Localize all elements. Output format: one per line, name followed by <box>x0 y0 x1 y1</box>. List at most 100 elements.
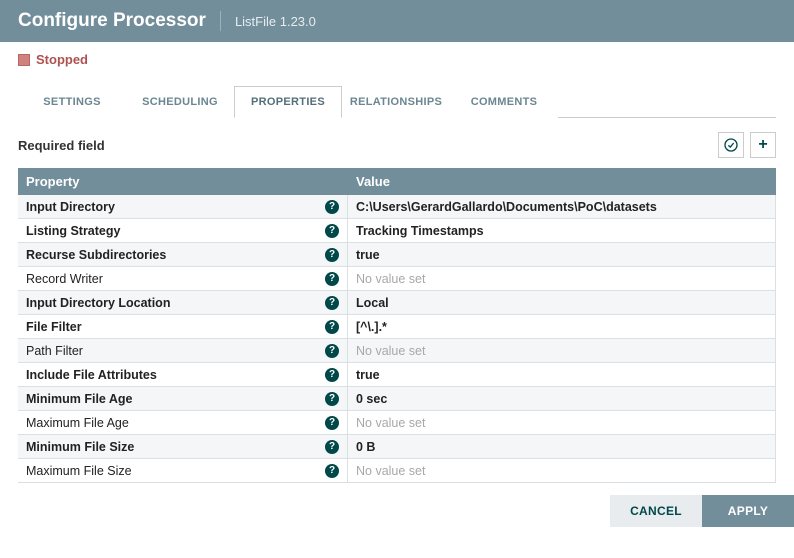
help-icon[interactable]: ? <box>325 200 339 214</box>
property-row[interactable]: File Filter? [^\.].* <box>18 315 776 339</box>
property-row[interactable]: Minimum File Size? 0 B <box>18 435 776 459</box>
plus-icon: + <box>758 136 767 154</box>
add-property-button[interactable]: + <box>750 132 776 158</box>
property-value-cell[interactable]: [^\.].* <box>348 315 776 338</box>
tab-settings[interactable]: SETTINGS <box>18 86 126 118</box>
property-row[interactable]: Minimum File Age? 0 sec <box>18 387 776 411</box>
property-value-unset: No value set <box>356 344 425 358</box>
property-name-label: Listing Strategy <box>26 224 120 238</box>
check-circle-icon <box>723 137 739 153</box>
property-row[interactable]: Recurse Subdirectories? true <box>18 243 776 267</box>
tab-properties[interactable]: PROPERTIES <box>234 86 342 118</box>
property-row[interactable]: Listing Strategy? Tracking Timestamps <box>18 219 776 243</box>
tab-scheduling[interactable]: SCHEDULING <box>126 86 234 118</box>
property-name-cell: Path Filter? <box>18 339 348 362</box>
property-name-label: Include File Attributes <box>26 368 157 382</box>
property-row[interactable]: Input Directory? C:\Users\GerardGallardo\… <box>18 195 776 219</box>
help-icon[interactable]: ? <box>325 368 339 382</box>
tabstrip: SETTINGSSCHEDULINGPROPERTIESRELATIONSHIP… <box>18 85 776 118</box>
property-value-cell[interactable]: true <box>348 243 776 266</box>
configure-processor-dialog: Configure Processor ListFile 1.23.0 Stop… <box>0 0 794 533</box>
help-icon[interactable]: ? <box>325 464 339 478</box>
property-name-cell: Listing Strategy? <box>18 219 348 242</box>
property-value: C:\Users\GerardGallardo\Documents\PoC\da… <box>356 200 657 214</box>
property-name-cell: Include File Attributes? <box>18 363 348 386</box>
property-name-label: Record Writer <box>26 272 103 286</box>
status-bar: Stopped <box>0 42 794 67</box>
property-value: 0 B <box>356 440 375 454</box>
help-icon[interactable]: ? <box>325 416 339 430</box>
tab-container: SETTINGSSCHEDULINGPROPERTIESRELATIONSHIP… <box>0 67 794 118</box>
help-icon[interactable]: ? <box>325 272 339 286</box>
property-name-cell: Record Writer? <box>18 267 348 290</box>
properties-table: Property Value Input Directory? C:\Users\… <box>18 168 776 483</box>
dialog-footer: CANCEL APPLY <box>0 483 794 533</box>
property-name-label: Input Directory <box>26 200 115 214</box>
property-name-cell: Input Directory? <box>18 195 348 218</box>
col-header-property: Property <box>18 168 348 195</box>
property-value-unset: No value set <box>356 416 425 430</box>
property-value: Tracking Timestamps <box>356 224 484 238</box>
property-value: true <box>356 248 380 262</box>
property-value-cell[interactable]: true <box>348 363 776 386</box>
col-header-value: Value <box>348 168 776 195</box>
property-value-cell[interactable]: No value set <box>348 411 776 434</box>
property-value-cell[interactable]: 0 sec <box>348 387 776 410</box>
property-name-label: Minimum File Age <box>26 392 133 406</box>
property-name-cell: File Filter? <box>18 315 348 338</box>
property-name-cell: Maximum File Age? <box>18 411 348 434</box>
help-icon[interactable]: ? <box>325 344 339 358</box>
tab-comments[interactable]: COMMENTS <box>450 86 558 118</box>
dialog-header: Configure Processor ListFile 1.23.0 <box>0 0 794 42</box>
property-name-label: Recurse Subdirectories <box>26 248 166 262</box>
table-header-row: Property Value <box>18 168 776 195</box>
header-actions: + <box>718 132 776 158</box>
processor-type-version: ListFile 1.23.0 <box>235 14 316 29</box>
stopped-icon <box>18 54 30 66</box>
property-row[interactable]: Maximum File Age? No value set <box>18 411 776 435</box>
property-value-cell[interactable]: No value set <box>348 267 776 290</box>
property-name-label: Maximum File Age <box>26 416 129 430</box>
property-name-cell: Minimum File Age? <box>18 387 348 410</box>
property-value: [^\.].* <box>356 320 387 334</box>
property-value-cell[interactable]: No value set <box>348 459 776 482</box>
help-icon[interactable]: ? <box>325 248 339 262</box>
property-row[interactable]: Record Writer? No value set <box>18 267 776 291</box>
property-value: 0 sec <box>356 392 387 406</box>
table-body[interactable]: Input Directory? C:\Users\GerardGallardo\… <box>18 195 776 483</box>
property-name-cell: Maximum File Size? <box>18 459 348 482</box>
status-text: Stopped <box>36 52 88 67</box>
help-icon[interactable]: ? <box>325 320 339 334</box>
required-field-label: Required field <box>18 138 105 153</box>
property-row[interactable]: Input Directory Location? Local <box>18 291 776 315</box>
property-name-label: Maximum File Size <box>26 464 132 478</box>
property-name-label: File Filter <box>26 320 82 334</box>
property-row[interactable]: Include File Attributes? true <box>18 363 776 387</box>
property-name-label: Minimum File Size <box>26 440 134 454</box>
tab-relationships[interactable]: RELATIONSHIPS <box>342 86 450 118</box>
help-icon[interactable]: ? <box>325 440 339 454</box>
section-header: Required field + <box>18 118 776 168</box>
property-row[interactable]: Maximum File Size?No value set <box>18 459 776 483</box>
property-value-unset: No value set <box>356 272 425 286</box>
property-row[interactable]: Path Filter? No value set <box>18 339 776 363</box>
property-value-cell[interactable]: Local <box>348 291 776 314</box>
dialog-title: Configure Processor <box>18 10 206 32</box>
property-value: Local <box>356 296 389 310</box>
cancel-button[interactable]: CANCEL <box>610 495 702 527</box>
property-value-cell[interactable]: 0 B <box>348 435 776 458</box>
verify-properties-button[interactable] <box>718 132 744 158</box>
property-value-cell[interactable]: C:\Users\GerardGallardo\Documents\PoC\da… <box>348 195 776 218</box>
property-value: true <box>356 368 380 382</box>
property-value-cell[interactable]: Tracking Timestamps <box>348 219 776 242</box>
help-icon[interactable]: ? <box>325 224 339 238</box>
property-name-cell: Recurse Subdirectories? <box>18 243 348 266</box>
header-separator <box>220 11 221 31</box>
property-name-cell: Input Directory Location? <box>18 291 348 314</box>
property-name-cell: Minimum File Size? <box>18 435 348 458</box>
property-name-label: Input Directory Location <box>26 296 170 310</box>
help-icon[interactable]: ? <box>325 296 339 310</box>
help-icon[interactable]: ? <box>325 392 339 406</box>
apply-button[interactable]: APPLY <box>702 495 794 527</box>
property-value-cell[interactable]: No value set <box>348 339 776 362</box>
